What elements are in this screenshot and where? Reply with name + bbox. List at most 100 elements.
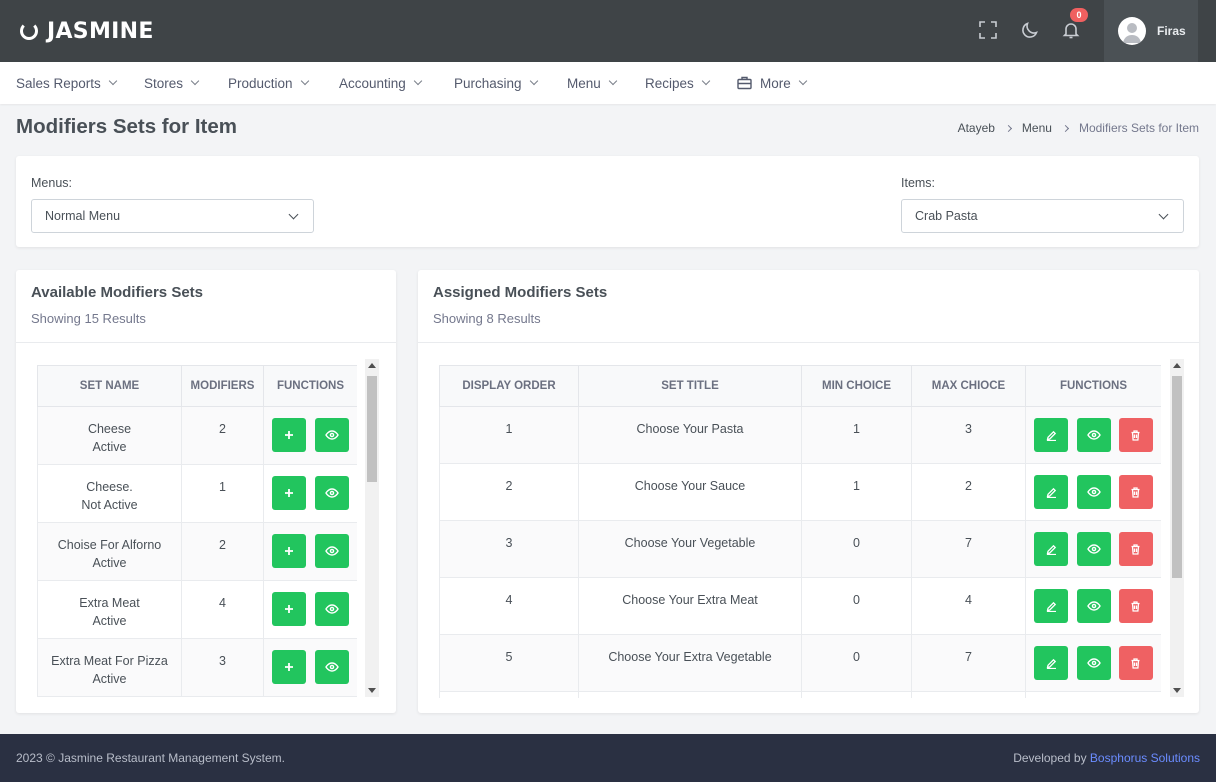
nav-recipes[interactable]: Recipes bbox=[645, 62, 711, 104]
edit-button[interactable] bbox=[1034, 475, 1069, 509]
dark-mode-icon[interactable] bbox=[1020, 20, 1040, 40]
edit-button[interactable] bbox=[1034, 418, 1069, 452]
view-button[interactable] bbox=[1076, 646, 1111, 680]
column-header: MODIFIERS bbox=[181, 365, 264, 407]
view-set-button[interactable] bbox=[314, 418, 349, 452]
table-row: Cheese. Not Active 1 bbox=[37, 464, 357, 523]
chevron-down-icon bbox=[190, 76, 200, 86]
fullscreen-icon[interactable] bbox=[978, 20, 998, 40]
breadcrumb-item[interactable]: Atayeb bbox=[958, 121, 995, 135]
breadcrumb-item[interactable]: Menu bbox=[1022, 121, 1052, 135]
edit-button[interactable] bbox=[1034, 646, 1069, 680]
pencil-icon bbox=[1046, 601, 1056, 612]
view-button[interactable] bbox=[1076, 589, 1111, 623]
nav-production[interactable]: Production bbox=[228, 62, 309, 104]
view-button[interactable] bbox=[1076, 475, 1111, 509]
add-set-button[interactable] bbox=[272, 650, 307, 684]
column-header: MIN CHOICE bbox=[801, 365, 912, 407]
view-button[interactable] bbox=[1076, 532, 1111, 566]
plus-icon bbox=[285, 547, 294, 555]
chevron-down-icon bbox=[108, 76, 118, 86]
delete-button[interactable] bbox=[1118, 589, 1153, 623]
scroll-down-icon[interactable] bbox=[1173, 688, 1181, 693]
set-name: Cheese bbox=[87, 422, 132, 436]
view-set-button[interactable] bbox=[314, 534, 349, 568]
nav-more[interactable]: More bbox=[737, 62, 808, 104]
max-choice: 3 bbox=[911, 406, 1026, 464]
app-logo[interactable]: JASMINE bbox=[20, 17, 154, 45]
nav-stores[interactable]: Stores bbox=[144, 62, 200, 104]
eye-icon bbox=[324, 488, 339, 498]
available-sets-title: Available Modifiers Sets bbox=[31, 284, 204, 301]
view-set-button[interactable] bbox=[314, 476, 349, 510]
chevron-down-icon bbox=[300, 76, 309, 86]
column-header: FUNCTIONS bbox=[263, 365, 357, 407]
view-set-button[interactable] bbox=[314, 650, 349, 684]
table-row: 1 Choose Your Pasta 1 3 bbox=[439, 406, 1161, 464]
nav-label: Stores bbox=[144, 75, 184, 91]
scrollbar-thumb[interactable] bbox=[1172, 376, 1182, 578]
min-choice: 1 bbox=[801, 463, 912, 521]
assigned-sets-table: DISPLAY ORDER SET TITLE MIN CHOICE MAX C… bbox=[439, 365, 1161, 698]
scroll-up-icon[interactable] bbox=[1173, 363, 1181, 368]
add-set-button[interactable] bbox=[272, 534, 307, 568]
scroll-down-icon[interactable] bbox=[368, 688, 376, 693]
trash-icon bbox=[1131, 543, 1140, 555]
eye-icon bbox=[324, 430, 339, 440]
chevron-down-icon bbox=[1158, 209, 1169, 220]
nav-menu[interactable]: Menu bbox=[567, 62, 618, 104]
nav-purchasing[interactable]: Purchasing bbox=[454, 62, 538, 104]
view-button[interactable] bbox=[1076, 418, 1111, 452]
min-choice: 1 bbox=[801, 406, 912, 464]
breadcrumb: Atayeb Menu Modifiers Sets for Item bbox=[958, 121, 1199, 135]
set-title: Choose Your Extra Vegetable bbox=[578, 634, 802, 692]
table-row: Cheese Active 2 bbox=[37, 406, 357, 465]
copyright-text: 2023 © Jasmine Restaurant Management Sys… bbox=[16, 751, 285, 765]
column-header: SET NAME bbox=[37, 365, 182, 407]
nav-label: Accounting bbox=[339, 75, 406, 91]
add-set-button[interactable] bbox=[272, 476, 307, 510]
footer: 2023 © Jasmine Restaurant Management Sys… bbox=[0, 734, 1216, 782]
table-row: 5 Choose Your Extra Vegetable 0 7 bbox=[439, 634, 1161, 692]
nav-accounting[interactable]: Accounting bbox=[339, 62, 423, 104]
eye-icon bbox=[324, 662, 339, 672]
max-choice: 4 bbox=[911, 577, 1026, 635]
developer-credit: Developed by Bosphorus Solutions bbox=[1013, 751, 1200, 765]
add-set-button[interactable] bbox=[272, 418, 307, 452]
edit-button[interactable] bbox=[1034, 532, 1069, 566]
delete-button[interactable] bbox=[1118, 646, 1153, 680]
edit-button[interactable] bbox=[1034, 589, 1069, 623]
scroll-up-icon[interactable] bbox=[368, 363, 376, 368]
delete-button[interactable] bbox=[1118, 532, 1153, 566]
available-scrollbar[interactable] bbox=[365, 359, 379, 697]
trash-icon bbox=[1131, 657, 1140, 669]
breadcrumb-current: Modifiers Sets for Item bbox=[1078, 121, 1199, 135]
set-status: Active bbox=[92, 556, 127, 570]
avatar bbox=[1118, 17, 1146, 45]
set-status: Active bbox=[92, 672, 127, 686]
plus-icon bbox=[285, 605, 294, 613]
delete-button[interactable] bbox=[1118, 418, 1153, 452]
scrollbar-thumb[interactable] bbox=[367, 376, 377, 482]
plus-icon bbox=[285, 489, 294, 497]
user-menu[interactable]: Firas bbox=[1104, 0, 1198, 62]
modifiers-count: 2 bbox=[181, 522, 264, 581]
items-select[interactable]: Crab Pasta bbox=[901, 199, 1184, 233]
menus-select[interactable]: Normal Menu bbox=[31, 199, 314, 233]
add-set-button[interactable] bbox=[272, 592, 307, 626]
view-set-button[interactable] bbox=[314, 592, 349, 626]
set-name: Extra Meat For Pizza bbox=[51, 654, 168, 668]
eye-icon bbox=[324, 604, 339, 614]
assigned-sets-table-scroll[interactable]: DISPLAY ORDER SET TITLE MIN CHOICE MAX C… bbox=[439, 365, 1161, 698]
available-sets-table-scroll[interactable]: SET NAME MODIFIERS FUNCTIONS Cheese Activ… bbox=[37, 365, 357, 698]
nav-sales-reports[interactable]: Sales Reports bbox=[16, 62, 118, 104]
items-select-value: Crab Pasta bbox=[915, 209, 978, 223]
assigned-scrollbar[interactable] bbox=[1170, 359, 1184, 697]
delete-button[interactable] bbox=[1118, 475, 1153, 509]
company-link[interactable]: Bosphorus Solutions bbox=[1090, 751, 1200, 765]
trash-icon bbox=[1131, 486, 1140, 498]
menus-label: Menus: bbox=[31, 176, 72, 190]
modifiers-count: 4 bbox=[181, 580, 264, 639]
bell-icon[interactable] bbox=[1061, 20, 1081, 40]
available-sets-table: SET NAME MODIFIERS FUNCTIONS Cheese Activ… bbox=[37, 365, 357, 697]
